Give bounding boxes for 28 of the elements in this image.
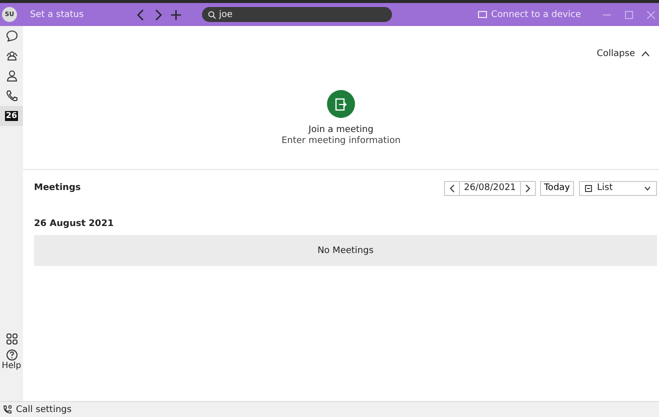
empty-message: No Meetings <box>317 246 374 256</box>
calendar-tab[interactable]: 26 <box>0 106 23 126</box>
back-icon[interactable] <box>136 8 146 20</box>
call-settings-button[interactable]: Call settings <box>3 404 72 414</box>
caret-icon <box>644 186 651 190</box>
search-icon <box>208 11 216 19</box>
day-heading: 26 August 2021 <box>34 219 115 229</box>
group-icon <box>6 50 18 62</box>
collapse-button[interactable]: Collapse <box>596 49 650 59</box>
chat-bubble-icon <box>6 30 18 42</box>
join-subtitle: Enter meeting information <box>281 136 401 146</box>
search-field[interactable]: joe <box>202 7 392 22</box>
plus-icon[interactable] <box>170 8 182 20</box>
help-icon <box>6 349 18 361</box>
phone-icon <box>6 90 18 102</box>
view-dropdown[interactable]: List <box>579 180 657 196</box>
help-button[interactable]: Help <box>0 347 23 373</box>
caret-icon <box>641 51 650 57</box>
apps-grid-icon <box>6 333 18 345</box>
section-title: Meetings <box>34 183 81 193</box>
join-meeting-button[interactable] <box>327 90 355 118</box>
today-button[interactable]: Today <box>540 180 574 196</box>
forward-icon[interactable] <box>153 8 163 20</box>
join-title: Join a meeting <box>308 125 374 135</box>
list-icon <box>585 184 592 192</box>
person-icon <box>6 70 18 82</box>
chevron-left-icon <box>448 184 455 192</box>
chevron-right-icon <box>524 184 531 192</box>
